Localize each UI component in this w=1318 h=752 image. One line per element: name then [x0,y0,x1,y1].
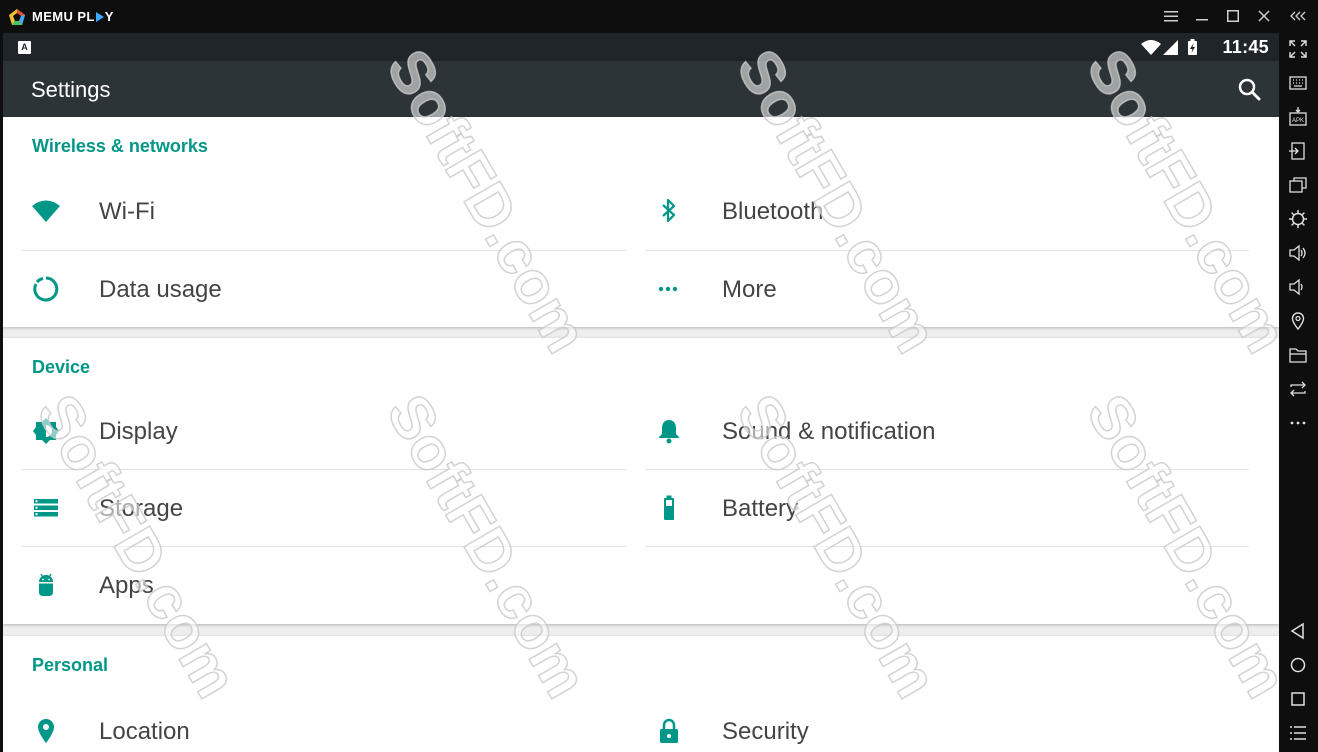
battery-icon [664,495,674,520]
settings-icon[interactable] [1288,209,1308,229]
memu-logo-icon [9,9,25,25]
android-icon [39,573,53,596]
settings-item-bluetooth[interactable]: Bluetooth [645,173,1249,249]
battery-charging-icon [1188,39,1197,55]
emulator-toolbar: APK [1279,33,1318,752]
settings-item-apps[interactable]: Apps [22,547,626,623]
storage-icon [34,499,58,517]
status-icons [1141,39,1197,55]
search-icon[interactable] [1235,75,1265,105]
collapse-sidebar-icon[interactable] [1288,7,1308,27]
settings-item-label: Storage [99,495,184,522]
apk-install-icon[interactable]: APK [1288,107,1308,127]
hamburger-icon[interactable] [1161,7,1181,27]
android-statusbar: A 11:45 [3,33,1279,61]
bell-icon [659,420,679,444]
section-title: Device [32,357,91,377]
settings-item-security[interactable]: Security [645,693,1249,752]
location-pin-icon [38,719,54,743]
rotate-icon[interactable] [1288,379,1308,399]
section-personal: Personal Location Security [3,636,1279,752]
settings-item-label: Display [99,418,178,445]
status-time: 11:45 [1222,37,1269,57]
section-title: Personal [32,655,109,675]
notification-badge: A [18,41,31,54]
settings-item-label: More [722,276,777,303]
settings-list: Wireless & networks Wi-Fi Bluetooth Data… [3,117,1279,752]
brand-name: MEMU PL Y [32,9,114,24]
settings-item-wifi[interactable]: Wi-Fi [22,173,626,249]
wifi-signal-icon [1141,40,1161,55]
play-triangle-icon [95,11,104,22]
divider [645,546,1249,547]
brightness-icon [33,418,59,444]
settings-item-storage[interactable]: Storage [22,470,626,546]
settings-item-label: Location [99,718,190,745]
more-icon[interactable] [1288,413,1308,433]
settings-item-display[interactable]: Display [22,393,626,469]
emulator-titlebar: MEMU PL Y [0,0,1318,33]
lock-icon [660,718,678,743]
wifi-icon [32,200,60,222]
location-icon[interactable] [1288,311,1308,331]
settings-item-label: Security [722,718,809,745]
svg-text:APK: APK [1292,118,1304,124]
close-button[interactable] [1254,7,1274,27]
settings-item-label: Sound & notification [722,418,936,445]
section-device: Device Display Sound & notification Stor… [3,338,1279,624]
minimize-button[interactable] [1192,7,1212,27]
maximize-button[interactable] [1223,7,1243,27]
folder-icon[interactable] [1288,345,1308,365]
bluetooth-icon [662,198,676,223]
cell-signal-icon [1163,40,1178,55]
settings-item-label: Bluetooth [722,198,824,225]
action-bar: Settings [3,61,1279,117]
settings-item-label: Apps [99,572,154,599]
screenshot-icon[interactable] [1288,141,1308,161]
settings-item-label: Wi-Fi [99,198,155,225]
settings-item-data-usage[interactable]: Data usage [22,251,626,327]
settings-item-sound-notification[interactable]: Sound & notification [645,393,1249,469]
multi-window-icon[interactable] [1288,175,1308,195]
home-icon[interactable] [1288,655,1308,675]
menu-list-icon[interactable] [1288,723,1308,743]
android-screen: A 11:45 Settings Wireless & networks Wi-… [3,33,1279,752]
recents-icon[interactable] [1288,689,1308,709]
page-title: Settings [31,77,111,102]
back-icon[interactable] [1288,621,1308,641]
settings-item-label: Battery [722,495,799,522]
fullscreen-icon[interactable] [1288,39,1308,59]
section-title: Wireless & networks [32,136,208,156]
keyboard-icon[interactable] [1288,73,1308,93]
settings-item-location[interactable]: Location [22,693,626,752]
volume-down-icon[interactable] [1288,277,1308,297]
data-usage-icon [33,276,59,302]
settings-item-label: Data usage [99,276,222,303]
settings-item-more[interactable]: More [645,251,1249,327]
more-dots-icon [658,286,678,292]
volume-up-icon[interactable] [1288,243,1308,263]
settings-item-battery[interactable]: Battery [645,470,1249,546]
section-wireless-networks: Wireless & networks Wi-Fi Bluetooth Data… [3,117,1279,327]
